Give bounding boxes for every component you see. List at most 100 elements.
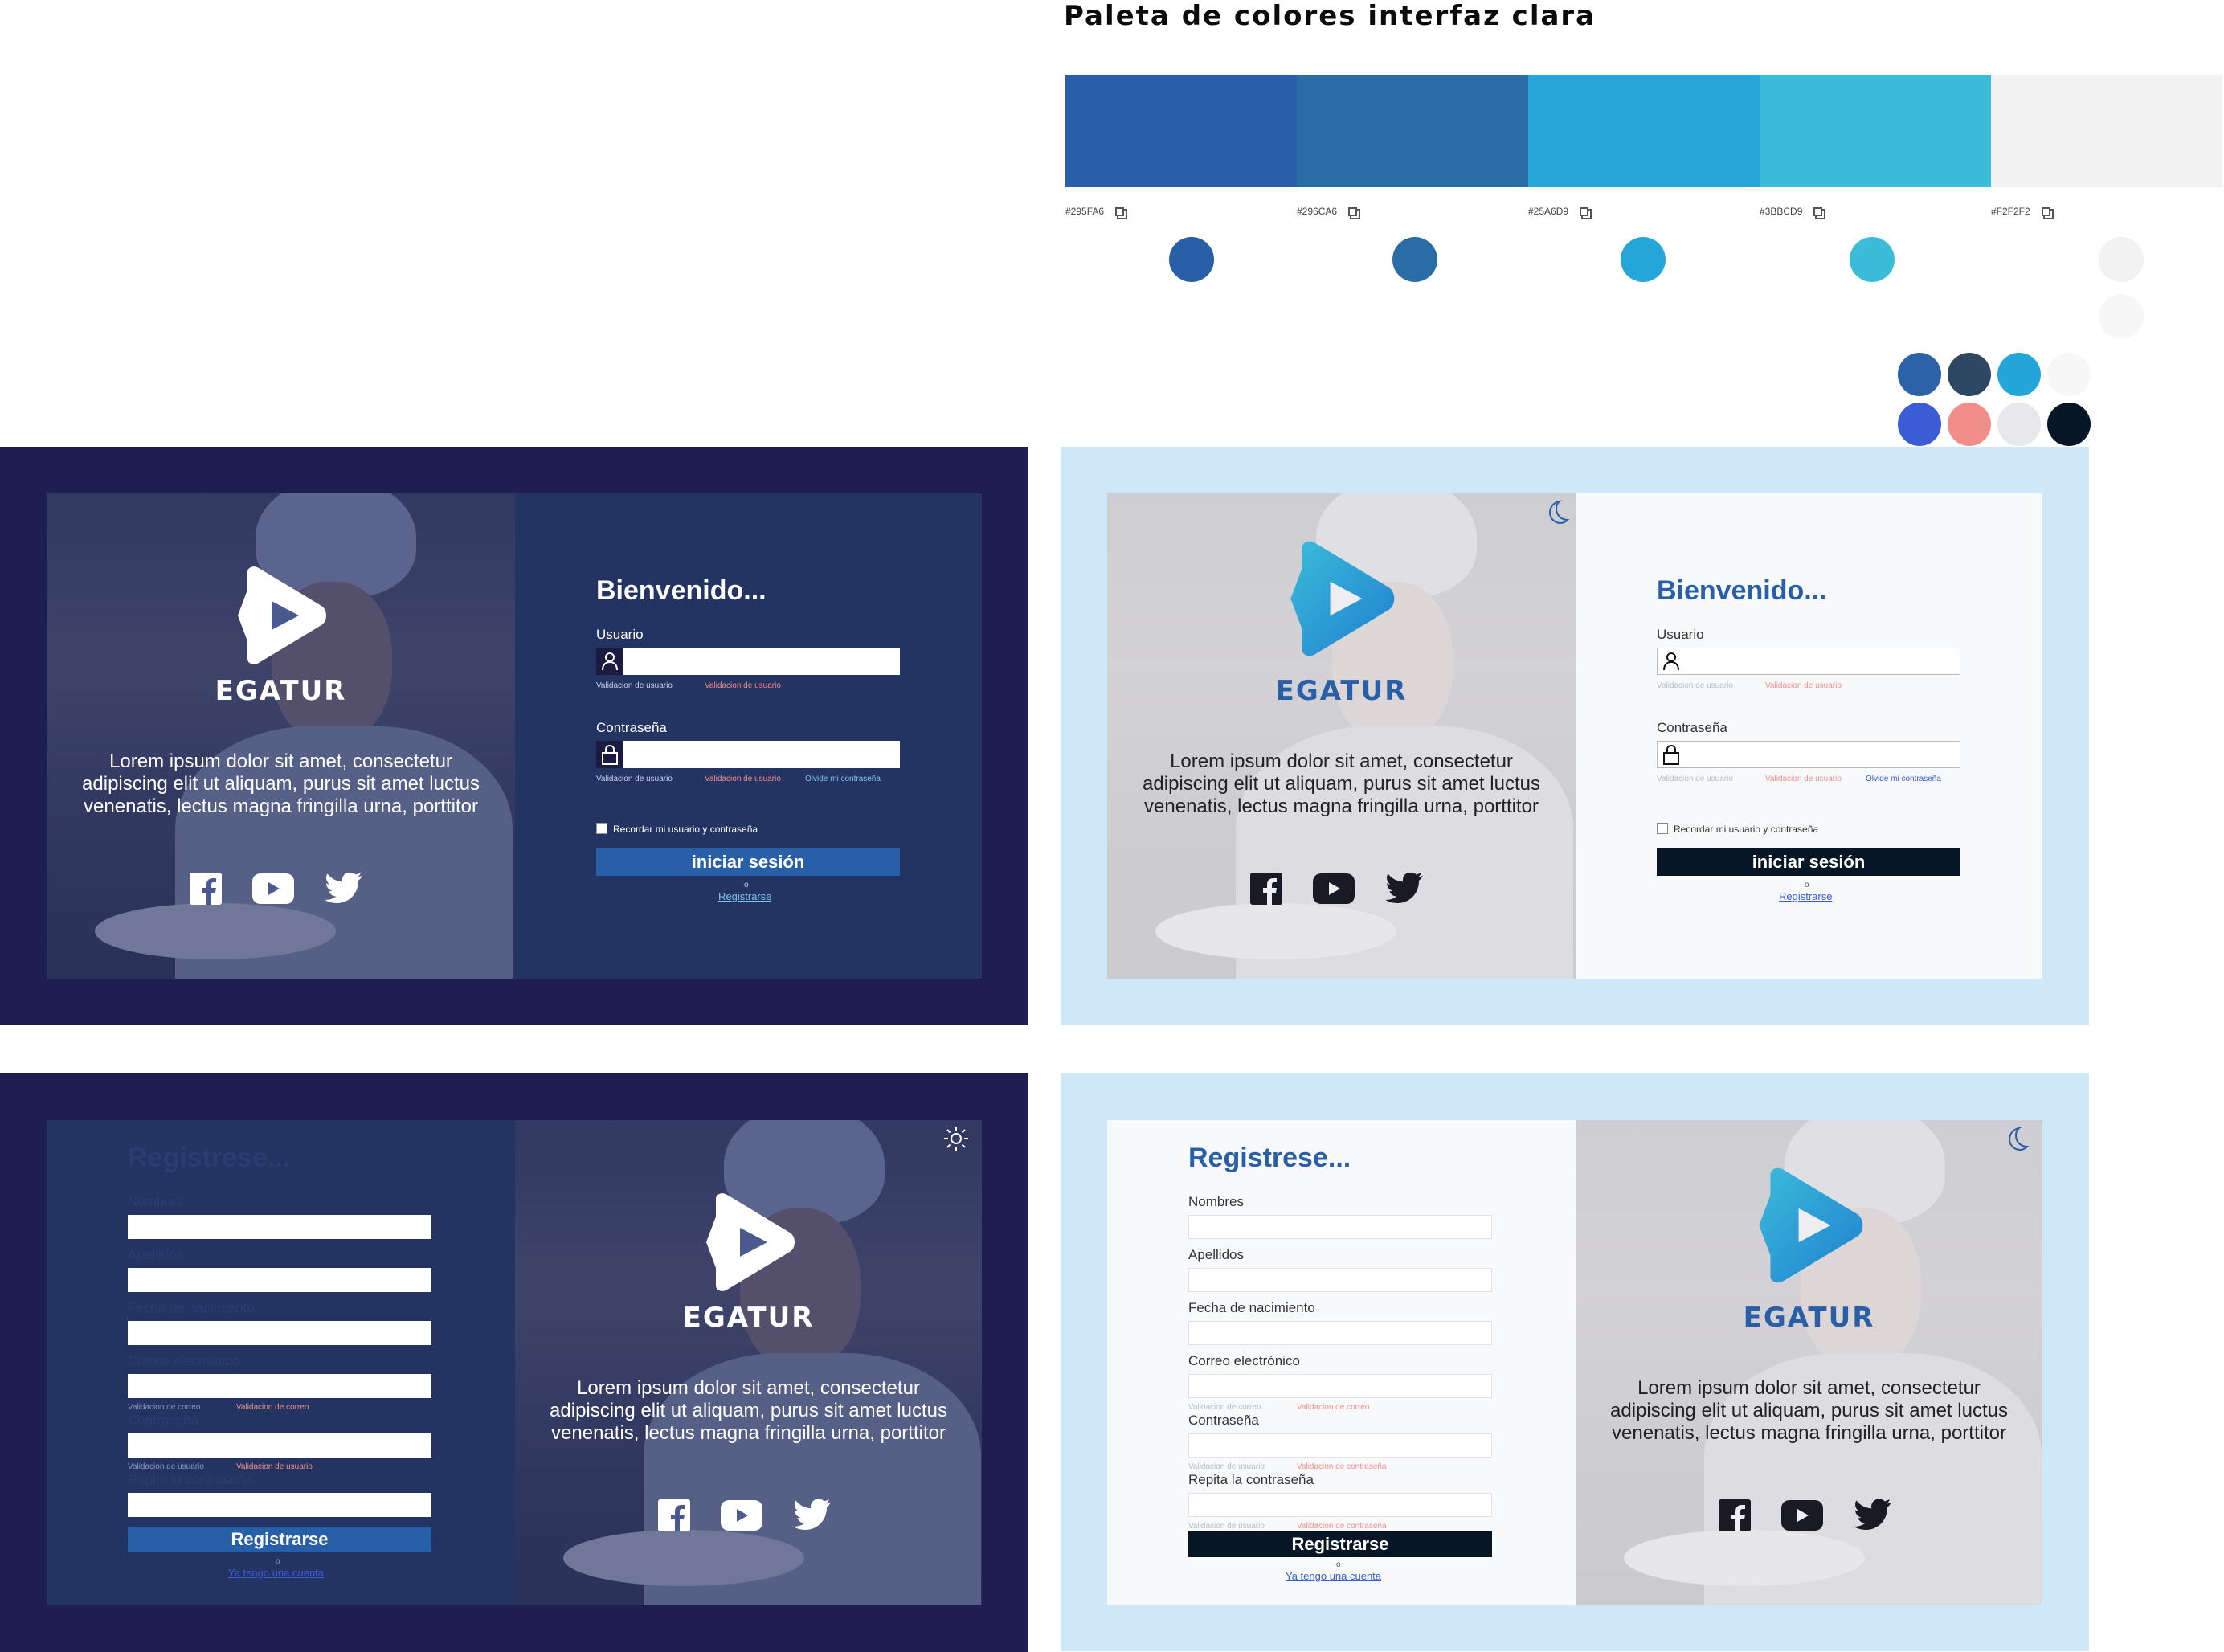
twitter-icon[interactable] xyxy=(793,1499,832,1531)
user-validation: Validacion de usuario xyxy=(596,681,673,690)
register-link[interactable]: Registrarse xyxy=(718,890,771,902)
swatch-hex-4: #3BBCD9 xyxy=(1760,206,1823,217)
password-validation: Validacion de usuario xyxy=(1188,1462,1265,1471)
facebook-icon[interactable] xyxy=(1250,873,1282,905)
brand-name: EGATUR xyxy=(1275,675,1408,707)
copy-icon[interactable] xyxy=(1813,206,1823,216)
email-validation: Validacion de correo xyxy=(128,1403,201,1412)
forgot-password-link[interactable]: Olvide mi contraseña xyxy=(1866,775,1941,783)
password-label: Contraseña xyxy=(1188,1413,1259,1428)
sun-icon[interactable] xyxy=(942,1125,970,1152)
repeat-validation: Validacion de usuario xyxy=(1188,1522,1265,1531)
register-button[interactable]: Registrarse xyxy=(1188,1531,1492,1557)
repeat-validation-error: Validacion de contraseña xyxy=(1297,1522,1387,1531)
login-button[interactable]: iniciar sesión xyxy=(596,848,900,876)
facebook-icon[interactable] xyxy=(1719,1499,1751,1531)
twitter-icon[interactable] xyxy=(1385,873,1424,905)
brand-name: EGATUR xyxy=(682,1302,815,1334)
light-register-frame: Registrese... Nombres Apellidos Fecha de… xyxy=(1061,1073,2089,1651)
register-button[interactable]: Registrarse xyxy=(128,1527,431,1552)
remember-label: Recordar mi usuario y contraseña xyxy=(1674,824,1819,835)
twitter-icon[interactable] xyxy=(1854,1499,1892,1531)
color-dot xyxy=(2099,294,2144,339)
youtube-icon[interactable] xyxy=(1313,873,1355,904)
color-dot xyxy=(1392,237,1437,282)
have-account-link[interactable]: Ya tengo una cuenta xyxy=(1286,1570,1381,1582)
swatch-296ca6 xyxy=(1297,75,1528,187)
copy-icon[interactable] xyxy=(1580,206,1589,216)
hero-photo: EGATUR Lorem ipsum dolor sit amet, conse… xyxy=(1576,1120,2042,1605)
repeat-password-label: Repita la contraseña xyxy=(128,1472,253,1487)
twitter-icon[interactable] xyxy=(325,873,363,905)
login-button[interactable]: iniciar sesión xyxy=(1657,848,1960,876)
swatch-hex-1: #295FA6 xyxy=(1065,206,1125,217)
copy-icon[interactable] xyxy=(1115,206,1125,216)
moon-icon[interactable] xyxy=(1543,498,1571,525)
email-validation-error: Validacion de correo xyxy=(1297,1403,1370,1412)
register-title: Registrese... xyxy=(1188,1143,1351,1173)
repeat-password-input[interactable] xyxy=(1188,1493,1492,1517)
logo-icon xyxy=(706,1193,795,1291)
swatch-f2f2f2 xyxy=(1991,75,2222,187)
remember-label: Recordar mi usuario y contraseña xyxy=(613,824,758,835)
email-label: Correo electrónico xyxy=(128,1353,239,1368)
hero-photo: EGATUR Lorem ipsum dolor sit amet, conse… xyxy=(1107,493,1576,979)
copy-icon[interactable] xyxy=(2041,206,2050,216)
names-input[interactable] xyxy=(1188,1215,1492,1239)
youtube-icon[interactable] xyxy=(721,1500,762,1531)
swatch-hex-label: #295FA6 xyxy=(1065,206,1105,217)
register-link[interactable]: Registrarse xyxy=(1779,890,1832,902)
hero-photo: EGATUR Lorem ipsum dolor sit amet, conse… xyxy=(515,1120,982,1605)
facebook-icon[interactable] xyxy=(190,873,222,905)
youtube-icon[interactable] xyxy=(1781,1500,1823,1531)
youtube-icon[interactable] xyxy=(252,873,294,904)
or-separator: o xyxy=(1805,881,1809,889)
remember-checkbox[interactable] xyxy=(596,823,607,834)
swatch-3bbcd9 xyxy=(1760,75,1991,187)
password-validation: Validacion de usuario xyxy=(596,775,673,783)
copy-icon[interactable] xyxy=(1348,206,1358,216)
lock-icon-box xyxy=(596,741,623,768)
swatch-295fa6 xyxy=(1065,75,1297,187)
user-label: Usuario xyxy=(596,627,644,642)
swatch-hex-label: #F2F2F2 xyxy=(1991,206,2030,217)
forgot-password-link[interactable]: Olvide mi contraseña xyxy=(805,775,881,783)
hero-photo: EGATUR Lorem ipsum dolor sit amet, conse… xyxy=(47,493,515,979)
moon-icon[interactable] xyxy=(2003,1125,2030,1152)
color-dot xyxy=(2047,403,2091,446)
color-dot xyxy=(1997,403,2041,446)
remember-checkbox[interactable] xyxy=(1657,823,1668,834)
username-input[interactable] xyxy=(623,648,900,675)
color-dot xyxy=(2099,237,2144,282)
password-input[interactable] xyxy=(128,1433,431,1458)
swatch-hex-3: #25A6D9 xyxy=(1528,206,1589,217)
surnames-input[interactable] xyxy=(1188,1268,1492,1292)
surnames-input[interactable] xyxy=(128,1268,431,1292)
birthdate-input[interactable] xyxy=(1188,1321,1492,1345)
facebook-icon[interactable] xyxy=(658,1499,690,1531)
palette-title: Paleta de colores interfaz clara xyxy=(1064,0,1596,32)
email-label: Correo electrónico xyxy=(1188,1353,1300,1368)
swatch-hex-2: #296CA6 xyxy=(1297,206,1358,217)
password-input[interactable] xyxy=(1188,1433,1492,1458)
social-icons xyxy=(1250,873,1424,905)
have-account-link[interactable]: Ya tengo una cuenta xyxy=(228,1567,324,1579)
logo-icon xyxy=(1759,1167,1863,1283)
email-input[interactable] xyxy=(1188,1374,1492,1398)
brand-tagline: Lorem ipsum dolor sit amet, consectetur … xyxy=(82,750,480,817)
names-input[interactable] xyxy=(128,1215,431,1239)
password-input[interactable] xyxy=(1657,741,1960,768)
color-dot xyxy=(1898,403,1941,446)
username-input[interactable] xyxy=(1657,648,1960,675)
password-input[interactable] xyxy=(623,741,900,768)
password-validation-error: Validacion de contraseña xyxy=(1297,1462,1387,1471)
login-title: Bienvenido... xyxy=(1657,575,1827,606)
brand-name: EGATUR xyxy=(215,675,347,707)
repeat-password-input[interactable] xyxy=(128,1493,431,1517)
birthdate-input[interactable] xyxy=(128,1321,431,1345)
birthdate-label: Fecha de nacimiento xyxy=(128,1300,255,1315)
swatch-hex-5: #F2F2F2 xyxy=(1991,206,2050,217)
password-validation: Validacion de usuario xyxy=(128,1462,204,1471)
user-icon xyxy=(1663,652,1679,671)
email-input[interactable] xyxy=(128,1374,431,1398)
